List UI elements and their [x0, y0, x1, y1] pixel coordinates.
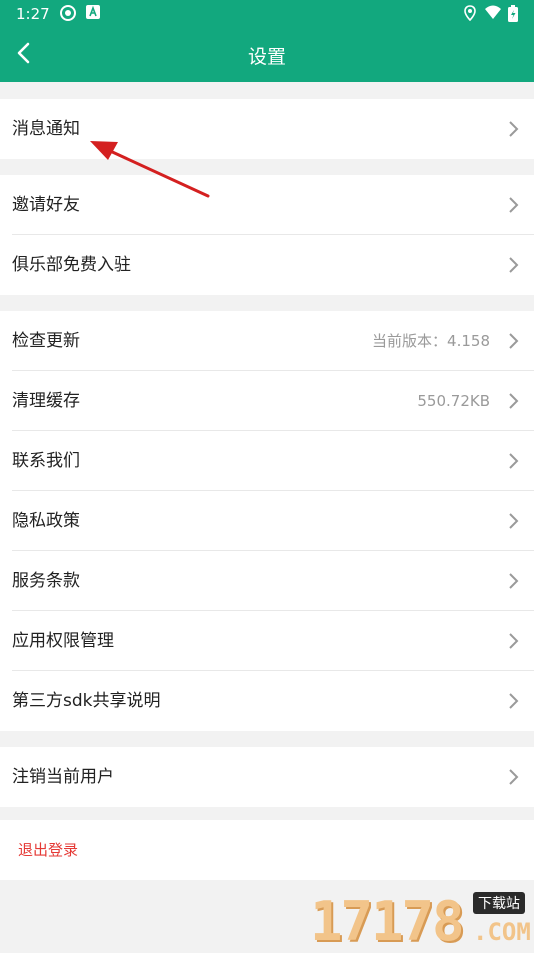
settings-item-club-join[interactable]: 俱乐部免费入驻 [0, 235, 534, 295]
settings-item-label: 清理缓存 [12, 391, 80, 411]
settings-item-label: 联系我们 [12, 451, 80, 471]
chevron-right-icon [509, 197, 519, 213]
location-icon [464, 5, 476, 21]
settings-item-label: 服务条款 [12, 571, 80, 591]
settings-item-label: 检查更新 [12, 331, 80, 351]
chevron-right-icon [509, 769, 519, 785]
settings-group-notifications: 消息通知 [0, 99, 534, 159]
watermark-logo: 17178 下载站 .COM [310, 888, 534, 953]
chevron-right-icon [509, 333, 519, 349]
version-value: 当前版本：4.158 [372, 332, 490, 350]
chevron-right-icon [509, 453, 519, 469]
battery-icon [508, 5, 518, 22]
settings-item-label: 消息通知 [12, 119, 80, 139]
settings-item-check-update[interactable]: 检查更新 当前版本：4.158 [0, 311, 534, 371]
settings-group-account: 注销当前用户 [0, 747, 534, 807]
chevron-right-icon [509, 257, 519, 273]
settings-item-contact-us[interactable]: 联系我们 [0, 431, 534, 491]
status-time: 1:27 [16, 5, 50, 23]
watermark-badge: 下载站 [473, 892, 525, 914]
settings-group-social: 邀请好友 俱乐部免费入驻 [0, 175, 534, 295]
settings-item-clear-cache[interactable]: 清理缓存 550.72KB [0, 371, 534, 431]
settings-item-label: 隐私政策 [12, 511, 80, 531]
settings-item-label: 第三方sdk共享说明 [12, 691, 161, 711]
chevron-right-icon [509, 121, 519, 137]
logout-label: 退出登录 [18, 841, 79, 859]
chevron-right-icon [509, 513, 519, 529]
settings-item-invite-friends[interactable]: 邀请好友 [0, 175, 534, 235]
settings-item-label: 邀请好友 [12, 195, 80, 215]
settings-item-deactivate-account[interactable]: 注销当前用户 [0, 747, 534, 807]
logout-button[interactable]: 退出登录 [0, 820, 534, 880]
settings-item-label: 注销当前用户 [12, 767, 114, 787]
settings-item-app-permissions[interactable]: 应用权限管理 [0, 611, 534, 671]
settings-item-privacy-policy[interactable]: 隐私政策 [0, 491, 534, 551]
chevron-right-icon [509, 693, 519, 709]
app-header: 1:27 设置 [0, 0, 534, 82]
cache-size-value: 550.72KB [417, 392, 490, 410]
settings-item-notifications[interactable]: 消息通知 [0, 99, 534, 159]
watermark-domain: .COM [473, 918, 531, 946]
settings-item-terms-of-service[interactable]: 服务条款 [0, 551, 534, 611]
watermark-number: 17178 [310, 890, 465, 953]
chevron-right-icon [509, 573, 519, 589]
app-a-icon [86, 5, 100, 19]
status-bar: 1:27 [0, 0, 534, 28]
chevron-right-icon [509, 633, 519, 649]
app-shield-icon [60, 5, 76, 21]
page-title: 设置 [247, 46, 286, 68]
wifi-icon [485, 5, 501, 19]
settings-item-label: 应用权限管理 [12, 631, 114, 651]
chevron-right-icon [509, 393, 519, 409]
settings-item-third-party-sdk[interactable]: 第三方sdk共享说明 [0, 671, 534, 731]
settings-item-label: 俱乐部免费入驻 [12, 255, 131, 275]
settings-group-general: 检查更新 当前版本：4.158 清理缓存 550.72KB 联系我们 隐私政策 … [0, 311, 534, 731]
